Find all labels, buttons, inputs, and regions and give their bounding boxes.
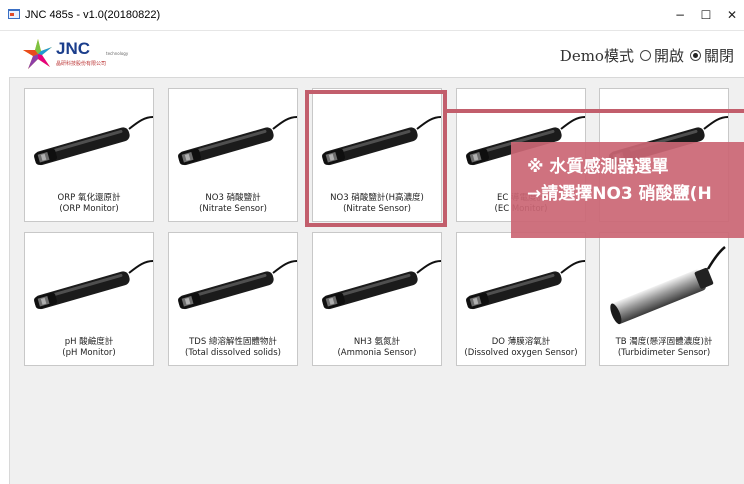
sensor-name: NO3 硝酸鹽計 — [205, 193, 261, 203]
sensor-name: TB 濁度(懸浮固體濃度)計 — [615, 337, 713, 347]
sensor-card[interactable]: pH 酸鹼度計 (pH Monitor) — [24, 232, 154, 366]
demo-mode-label: Demo模式 — [559, 47, 634, 65]
app-icon — [8, 9, 20, 19]
logo-company-name: 晶研科技股份有限公司 — [56, 61, 107, 67]
probe-icon — [177, 116, 298, 166]
sensor-subtitle: (Nitrate Sensor) — [199, 204, 267, 214]
close-button[interactable]: ✕ — [720, 6, 744, 24]
sensor-name: TDS 總溶解性固體物計 — [189, 337, 277, 347]
instruction-callout: ※ 水質感測器選單 →請選擇NO3 硝酸鹽(H — [511, 142, 744, 238]
sensor-subtitle: (Dissolved oxygen Sensor) — [464, 348, 578, 358]
logo-text: JNC — [56, 39, 91, 58]
probe-icon — [465, 260, 586, 310]
sensor-card[interactable]: ORP 氧化還原計 (ORP Monitor) — [24, 88, 154, 222]
sensor-subtitle: (Ammonia Sensor) — [337, 348, 417, 358]
logo-tagline: technology — [106, 51, 129, 56]
sensor-card[interactable]: NO3 硝酸鹽計 (Nitrate Sensor) — [168, 88, 298, 222]
title-bar: JNC 485s - v1.0(20180822) − ☐ ✕ — [0, 0, 744, 31]
callout-title: ※ 水質感測器選單 — [527, 157, 669, 177]
demo-off-label: 關閉 — [703, 47, 734, 65]
sensor-subtitle: (Nitrate Sensor) — [343, 204, 411, 214]
maximize-button[interactable]: ☐ — [694, 6, 718, 24]
radio-unchecked-icon — [639, 50, 651, 61]
demo-on-label: 開啟 — [653, 47, 684, 65]
demo-off-radio[interactable]: 關閉 — [689, 45, 734, 66]
probe-icon — [33, 260, 154, 310]
demo-mode-selector: Demo模式 開啟 關閉 — [560, 45, 734, 66]
probe-icon — [33, 116, 154, 166]
sensor-name: NH3 氨氮計 — [353, 337, 401, 347]
demo-on-radio[interactable]: 開啟 — [639, 45, 684, 66]
sensor-card[interactable]: TB 濁度(懸浮固體濃度)計 (Turbidimeter Sensor) — [599, 232, 729, 366]
sensor-subtitle: (ORP Monitor) — [59, 204, 119, 214]
sensor-card[interactable]: NO3 硝酸鹽計(H高濃度) (Nitrate Sensor) — [312, 88, 442, 222]
probe-icon — [321, 260, 442, 310]
window-title: JNC 485s - v1.0(20180822) — [25, 9, 161, 21]
radio-checked-icon — [689, 50, 701, 61]
sensor-card[interactable]: TDS 總溶解性固體物計 (Total dissolved solids) — [168, 232, 298, 366]
callout-connector — [447, 109, 744, 113]
probe-icon — [321, 116, 442, 166]
sensor-subtitle: (Total dissolved solids) — [185, 348, 281, 358]
minimize-button[interactable]: − — [668, 6, 692, 24]
sensor-card[interactable]: DO 薄膜溶氧計 (Dissolved oxygen Sensor) — [456, 232, 586, 366]
turbidity-probe-icon — [610, 246, 726, 325]
sensor-card[interactable]: NH3 氨氮計 (Ammonia Sensor) — [312, 232, 442, 366]
sensor-subtitle: (Turbidimeter Sensor) — [617, 348, 711, 358]
sensor-subtitle: (pH Monitor) — [62, 348, 116, 358]
sensor-name: ORP 氧化還原計 — [57, 193, 121, 203]
header: JNC technology 晶研科技股份有限公司 Demo模式 開啟 關閉 — [0, 31, 744, 73]
callout-instruction: →請選擇NO3 硝酸鹽(H — [527, 184, 712, 204]
company-logo: JNC technology 晶研科技股份有限公司 — [22, 37, 162, 71]
sensor-name: pH 酸鹼度計 — [64, 337, 114, 347]
sensor-name: NO3 硝酸鹽計(H高濃度) — [330, 193, 424, 203]
probe-icon — [177, 260, 298, 310]
logo-star-icon — [23, 39, 52, 69]
sensor-name: DO 薄膜溶氧計 — [491, 337, 551, 347]
